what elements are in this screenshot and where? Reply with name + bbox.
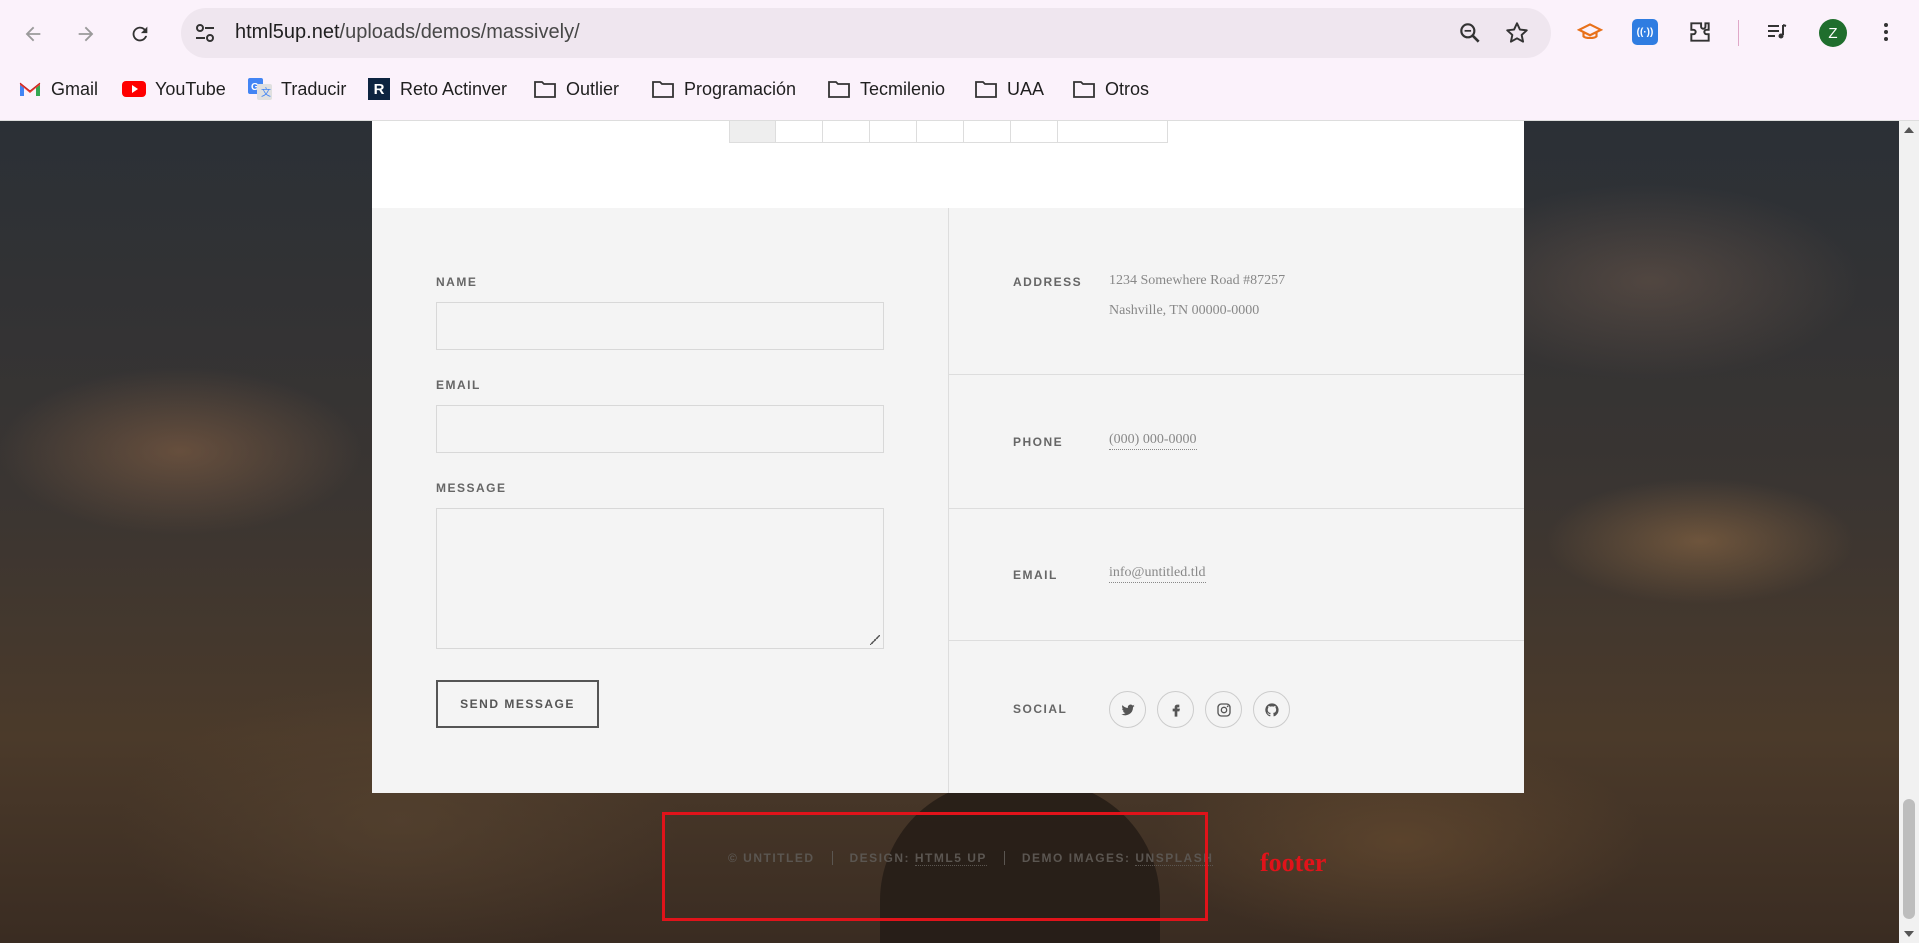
bookmark-star-icon[interactable]	[1504, 20, 1530, 46]
bookmark-label: Tecmilenio	[860, 78, 946, 99]
name-field[interactable]	[436, 302, 884, 350]
email-label: Email	[436, 378, 481, 392]
toolbar-divider	[1738, 20, 1739, 46]
scroll-up-icon[interactable]	[1904, 127, 1914, 133]
translate-icon: G文	[248, 78, 272, 100]
bookmarks-bar: Gmail YouTube G文 Traducir R Reto Actinve…	[0, 72, 1919, 106]
bookmark-label: Outlier	[566, 78, 620, 99]
bookmark-outlier[interactable]: Outlier	[533, 72, 619, 106]
phone-link[interactable]: (000) 000-0000	[1109, 432, 1197, 450]
email-link[interactable]: info@untitled.tld	[1109, 565, 1206, 583]
scrollbar-thumb[interactable]	[1903, 799, 1915, 919]
twitter-icon[interactable]	[1109, 691, 1146, 728]
reload-icon	[132, 26, 148, 42]
contact-section: Name Email Message Send Message Address …	[372, 208, 1524, 793]
resize-handle-icon[interactable]	[870, 635, 880, 645]
bookmark-programacion[interactable]: Programación	[651, 72, 796, 106]
pagination-page[interactable]	[823, 121, 870, 143]
footer-highlight-box	[662, 812, 1208, 921]
browser-chrome: html5up.net/uploads/demos/massively/ ((·…	[0, 0, 1919, 121]
bookmark-reto-actinver[interactable]: R Reto Actinver	[367, 72, 507, 106]
footer-annotation-label: footer	[1260, 848, 1327, 877]
extension-blue-icon[interactable]: ((·))	[1630, 17, 1660, 47]
main-panel: Name Email Message Send Message Address …	[372, 121, 1524, 793]
email-info-label: Email	[1013, 568, 1058, 582]
scroll-down-icon[interactable]	[1904, 931, 1914, 937]
bookmark-traducir[interactable]: G文 Traducir	[248, 72, 346, 106]
site-info-icon[interactable]	[193, 21, 217, 45]
bookmark-tecmilenio[interactable]: Tecmilenio	[827, 72, 945, 106]
phone-row: Phone (000) 000-0000	[949, 375, 1524, 509]
bookmark-youtube[interactable]: YouTube	[122, 72, 226, 106]
bookmark-label: Reto Actinver	[400, 78, 508, 99]
github-icon[interactable]	[1253, 691, 1290, 728]
address-row: Address 1234 Somewhere Road #87257 Nashv…	[949, 208, 1524, 375]
pagination-page[interactable]	[1011, 121, 1058, 143]
profile-avatar[interactable]: Z	[1819, 19, 1847, 47]
instagram-icon[interactable]	[1205, 691, 1242, 728]
contact-form: Name Email Message Send Message	[372, 208, 949, 793]
folder-icon	[651, 78, 675, 100]
pagination-page[interactable]	[776, 121, 823, 143]
browser-menu-icon[interactable]	[1876, 17, 1896, 47]
bookmark-label: UAA	[1007, 78, 1045, 99]
zoom-icon[interactable]	[1457, 20, 1483, 46]
arrow-left-icon	[25, 26, 41, 42]
forward-button[interactable]	[68, 16, 104, 52]
bookmark-label: Gmail	[51, 78, 99, 99]
bookmark-uaa[interactable]: UAA	[974, 72, 1044, 106]
contact-info: Address 1234 Somewhere Road #87257 Nashv…	[949, 208, 1524, 793]
extensions-puzzle-icon[interactable]	[1685, 17, 1715, 47]
message-field[interactable]	[436, 508, 884, 649]
social-label: Social	[1013, 702, 1068, 716]
extension-scholar-icon[interactable]	[1575, 17, 1605, 47]
bookmark-gmail[interactable]: Gmail	[18, 72, 98, 106]
folder-icon	[1072, 78, 1096, 100]
address-label: Address	[1013, 275, 1083, 289]
pagination-next[interactable]	[1058, 121, 1168, 143]
folder-icon	[974, 78, 998, 100]
pagination	[729, 121, 1168, 143]
address-line1: 1234 Somewhere Road #87257	[1109, 273, 1286, 288]
bookmark-label: Programación	[684, 78, 797, 99]
url-text: html5up.net/uploads/demos/massively/	[235, 21, 580, 44]
arrow-right-icon	[78, 26, 94, 42]
social-icons	[1109, 691, 1290, 728]
address-bar[interactable]: html5up.net/uploads/demos/massively/	[181, 8, 1551, 58]
email-field[interactable]	[436, 405, 884, 453]
url-path: /uploads/demos/massively/	[339, 21, 580, 43]
folder-icon	[533, 78, 557, 100]
social-row: Social	[949, 641, 1524, 793]
pagination-ellipsis	[870, 121, 917, 143]
back-button[interactable]	[15, 16, 51, 52]
media-control-icon[interactable]	[1762, 17, 1792, 47]
avatar-letter: Z	[1828, 24, 1838, 42]
bookmark-label: YouTube	[155, 78, 226, 99]
folder-icon	[827, 78, 851, 100]
pagination-page[interactable]	[917, 121, 964, 143]
address-line2: Nashville, TN 00000-0000	[1109, 303, 1260, 318]
bookmark-label: Otros	[1105, 78, 1150, 99]
youtube-icon	[122, 78, 146, 100]
bookmark-label: Traducir	[281, 78, 347, 99]
pagination-page[interactable]	[964, 121, 1011, 143]
reload-button[interactable]	[122, 16, 158, 52]
email-row: Email info@untitled.tld	[949, 509, 1524, 641]
pagination-page[interactable]	[729, 121, 776, 143]
message-label: Message	[436, 481, 507, 495]
send-message-button[interactable]: Send Message	[436, 680, 599, 728]
phone-label: Phone	[1013, 435, 1064, 449]
name-label: Name	[436, 275, 478, 289]
bookmark-otros[interactable]: Otros	[1072, 72, 1149, 106]
vertical-scrollbar[interactable]	[1899, 121, 1919, 943]
url-host: html5up.net	[235, 21, 340, 43]
gmail-icon	[18, 78, 42, 100]
facebook-icon[interactable]	[1157, 691, 1194, 728]
actinver-icon: R	[367, 78, 391, 100]
svg-text:文: 文	[261, 86, 271, 99]
